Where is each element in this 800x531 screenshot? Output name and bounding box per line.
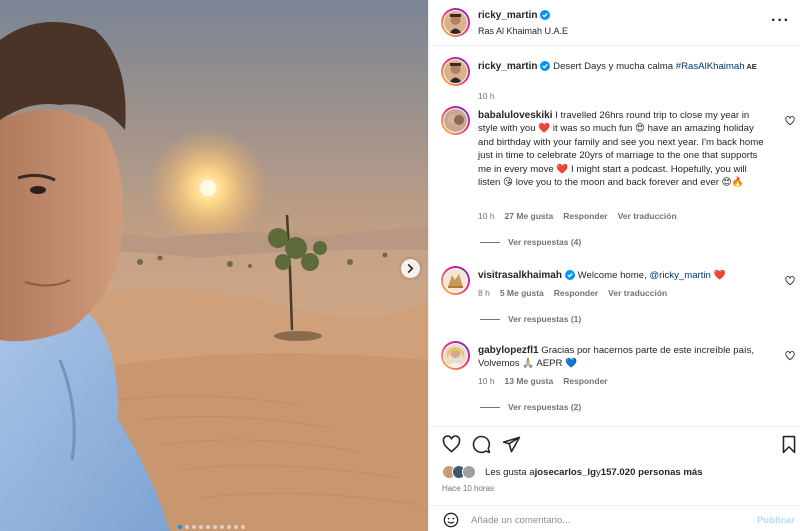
comment-likes[interactable]: 27 Me gusta — [505, 211, 554, 221]
comment-likes[interactable]: 5 Me gusta — [500, 288, 544, 298]
carousel-dot — [220, 525, 224, 529]
comment-time[interactable]: 8 h — [478, 288, 490, 298]
carousel-dot — [178, 525, 182, 529]
liker-username[interactable]: josecarlos_lg — [535, 467, 596, 478]
replies-line — [480, 318, 500, 320]
share-icon[interactable] — [502, 435, 521, 454]
author-username-row: ricky_martin — [478, 10, 551, 21]
reply-button[interactable]: Responder — [563, 376, 607, 386]
post-window: ricky_martin Ras Al Khaimah U.A.E ··· ri… — [0, 0, 800, 531]
caption-body: Desert Days y mucha calma — [553, 61, 676, 72]
liker-avatars[interactable] — [442, 465, 482, 479]
emoji-icon[interactable] — [443, 512, 459, 528]
next-arrow-icon — [407, 264, 414, 273]
post-details-panel: ricky_martin Ras Al Khaimah U.A.E ··· ri… — [428, 0, 800, 531]
next-photo-button[interactable] — [401, 259, 420, 278]
comment-username[interactable]: gabylopezfl1 — [478, 345, 539, 356]
comment-avatar[interactable] — [441, 266, 470, 295]
desert-sunset-image — [0, 0, 428, 531]
carousel-dot — [241, 525, 245, 529]
comment-text: gabylopezfl1 Gracias por hacernos parte … — [478, 344, 768, 371]
view-replies-label: Ver respuestas (1) — [508, 314, 582, 324]
carousel-dot — [206, 525, 210, 529]
caption-time[interactable]: 10 h — [478, 91, 495, 101]
like-comment-heart-icon[interactable] — [785, 351, 795, 361]
post-location[interactable]: Ras Al Khaimah U.A.E — [478, 26, 568, 36]
carousel-indicator — [178, 525, 245, 529]
like-comment-heart-icon[interactable] — [785, 276, 795, 286]
likes-prefix: Les gusta a — [485, 466, 535, 478]
post-caption: ricky_martin Desert Days y mucha calma #… — [429, 57, 800, 101]
view-replies-button[interactable]: Ver respuestas (2) — [480, 402, 581, 412]
likes-count[interactable]: 157.020 personas más — [601, 467, 703, 478]
translate-button[interactable]: Ver traducción — [608, 288, 667, 298]
add-comment-bar: Añade un comentario... Publicar — [429, 505, 800, 531]
carousel-dot — [213, 525, 217, 529]
view-replies-button[interactable]: Ver respuestas (1) — [480, 314, 581, 324]
comment-meta: 10 h 13 Me gusta Responder — [478, 376, 608, 386]
verified-badge-icon — [540, 61, 551, 71]
comment-item: gabylopezfl1 Gracias por hacernos parte … — [429, 341, 800, 421]
verified-badge-icon — [564, 270, 575, 280]
post-header: ricky_martin Ras Al Khaimah U.A.E ··· — [429, 0, 800, 46]
view-replies-label: Ver respuestas (2) — [508, 402, 582, 412]
publish-button[interactable]: Publicar — [757, 515, 795, 526]
comment-avatar[interactable] — [441, 106, 470, 135]
comment-meta: 8 h 5 Me gusta Responder Ver traducción — [478, 288, 667, 298]
caption-username[interactable]: ricky_martin — [478, 61, 537, 72]
comment-input[interactable]: Añade un comentario... — [471, 515, 570, 526]
like-comment-heart-icon[interactable] — [785, 116, 795, 126]
comment-mention[interactable]: @ricky_martin — [649, 270, 710, 281]
comment-text: visitrasalkhaimah Welcome home, @ricky_m… — [478, 269, 768, 282]
comment-body: Welcome home, — [577, 270, 650, 281]
comment-item: babaluloveskiki I travelled 26hrs round … — [429, 106, 800, 256]
view-replies-label: Ver respuestas (4) — [508, 237, 582, 247]
comment-icon[interactable] — [472, 435, 491, 454]
post-time[interactable]: Hace 10 horas — [442, 484, 494, 493]
comment-avatar[interactable] — [441, 341, 470, 370]
more-options-icon[interactable]: ··· — [771, 12, 790, 30]
comment-meta: 10 h 27 Me gusta Responder Ver traducció… — [478, 211, 677, 221]
author-username[interactable]: ricky_martin — [478, 10, 537, 21]
post-actions: Les gusta a josecarlos_lg y 157.020 pers… — [429, 426, 800, 531]
verified-badge-icon — [540, 10, 551, 20]
replies-line — [480, 406, 500, 408]
caption-hashtag[interactable]: #RasAlKhaimah — [676, 61, 745, 72]
carousel-dot — [199, 525, 203, 529]
comment-time[interactable]: 10 h — [478, 211, 495, 221]
carousel-dot — [185, 525, 189, 529]
comment-body: I travelled 26hrs round trip to close my… — [478, 110, 764, 189]
comment-username[interactable]: babaluloveskiki — [478, 110, 552, 121]
translate-button[interactable]: Ver traducción — [618, 211, 677, 221]
reply-button[interactable]: Responder — [554, 288, 598, 298]
carousel-dot — [192, 525, 196, 529]
carousel-dot — [234, 525, 238, 529]
bookmark-icon[interactable] — [781, 435, 797, 454]
comment-item: visitrasalkhaimah Welcome home, @ricky_m… — [429, 266, 800, 336]
caption-avatar[interactable] — [441, 57, 470, 86]
view-replies-button[interactable]: Ver respuestas (4) — [480, 237, 581, 247]
flag-ae: AE — [744, 62, 757, 71]
caption-meta: 10 h — [478, 91, 495, 101]
comment-likes[interactable]: 13 Me gusta — [505, 376, 554, 386]
caption-text: ricky_martin Desert Days y mucha calma #… — [478, 60, 788, 73]
comment-text: babaluloveskiki I travelled 26hrs round … — [478, 109, 768, 189]
comment-time[interactable]: 10 h — [478, 376, 495, 386]
comment-username[interactable]: visitrasalkhaimah — [478, 270, 562, 281]
reply-button[interactable]: Responder — [563, 211, 607, 221]
comment-emoji: ❤️ — [710, 270, 726, 281]
replies-line — [480, 241, 500, 243]
author-avatar[interactable] — [441, 8, 470, 37]
post-photo[interactable] — [0, 0, 428, 531]
likes-summary: Les gusta a josecarlos_lg y 157.020 pers… — [442, 465, 703, 479]
carousel-dot — [227, 525, 231, 529]
heart-icon[interactable] — [442, 435, 461, 454]
comments-list: ricky_martin Desert Days y mucha calma #… — [429, 47, 800, 425]
